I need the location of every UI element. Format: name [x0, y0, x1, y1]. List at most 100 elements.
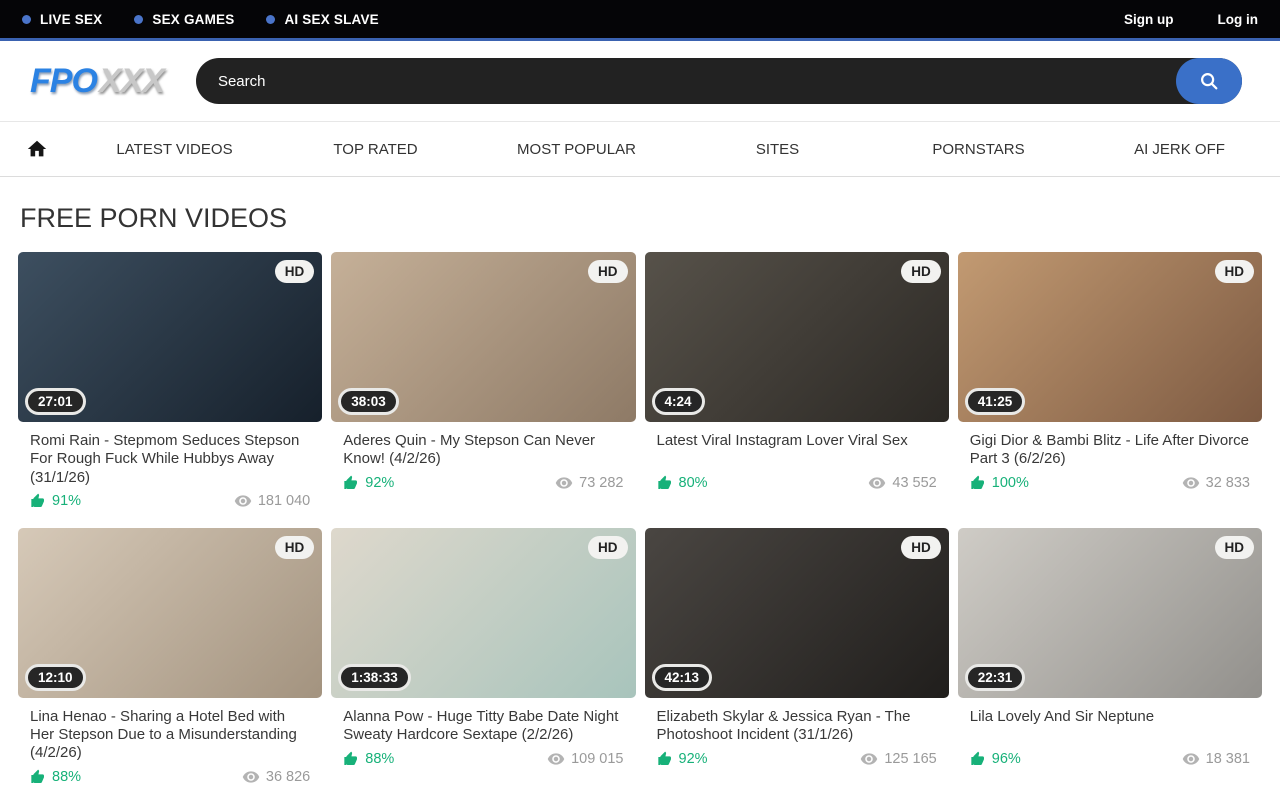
main-nav: LATEST VIDEOS TOP RATED MOST POPULAR SIT…	[0, 121, 1280, 177]
hd-badge: HD	[1215, 536, 1255, 559]
video-title[interactable]: Aderes Quin - My Stepson Can Never Know!…	[343, 432, 623, 469]
duration-badge: 38:03	[338, 388, 399, 415]
topbar-link-label: LIVE SEX	[40, 12, 102, 27]
thumbs-up-icon	[657, 751, 673, 767]
video-card[interactable]: HD 38:03 Aderes Quin - My Stepson Can Ne…	[331, 252, 635, 518]
hd-badge: HD	[901, 260, 941, 283]
video-card[interactable]: HD 22:31 Lila Lovely And Sir Neptune 96%…	[958, 528, 1262, 794]
video-title[interactable]: Elizabeth Skylar & Jessica Ryan - The Ph…	[657, 708, 937, 745]
thumbs-up-icon	[970, 475, 986, 491]
like-percent: 88%	[52, 769, 81, 785]
thumbs-up-icon	[343, 475, 359, 491]
video-title[interactable]: Lila Lovely And Sir Neptune	[970, 708, 1250, 745]
video-thumbnail[interactable]: HD 38:03	[331, 252, 635, 422]
search-bar	[196, 58, 1242, 104]
video-card[interactable]: HD 27:01 Romi Rain - Stepmom Seduces Ste…	[18, 252, 322, 518]
thumbs-up-icon	[343, 751, 359, 767]
video-thumbnail[interactable]: HD 12:10	[18, 528, 322, 698]
site-logo[interactable]: FPOXXX	[30, 62, 164, 101]
topbar-link-live-sex[interactable]: LIVE SEX	[22, 12, 102, 27]
video-thumbnail[interactable]: HD 41:25	[958, 252, 1262, 422]
hd-badge: HD	[588, 260, 628, 283]
blue-dot-icon	[134, 15, 143, 24]
like-percent: 88%	[365, 751, 394, 767]
video-card[interactable]: HD 4:24 Latest Viral Instagram Lover Vir…	[645, 252, 949, 518]
hd-badge: HD	[275, 260, 315, 283]
duration-badge: 4:24	[652, 388, 705, 415]
video-title[interactable]: Latest Viral Instagram Lover Viral Sex	[657, 432, 937, 469]
like-percent: 100%	[992, 475, 1029, 491]
video-card[interactable]: HD 42:13 Elizabeth Skylar & Jessica Ryan…	[645, 528, 949, 794]
eye-icon	[547, 750, 565, 768]
eye-icon	[242, 768, 260, 786]
view-count: 109 015	[571, 751, 623, 767]
video-thumbnail[interactable]: HD 42:13	[645, 528, 949, 698]
hd-badge: HD	[901, 536, 941, 559]
hd-badge: HD	[1215, 260, 1255, 283]
nav-item-sites[interactable]: SITES	[677, 141, 878, 158]
nav-item-top-rated[interactable]: TOP RATED	[275, 141, 476, 158]
eye-icon	[234, 492, 252, 510]
video-title[interactable]: Lina Henao - Sharing a Hotel Bed with He…	[30, 708, 310, 763]
nav-home[interactable]	[0, 138, 74, 160]
nav-item-pornstars[interactable]: PORNSTARS	[878, 141, 1079, 158]
nav-item-latest-videos[interactable]: LATEST VIDEOS	[74, 141, 275, 158]
video-thumbnail[interactable]: HD 27:01	[18, 252, 322, 422]
video-grid: HD 27:01 Romi Rain - Stepmom Seduces Ste…	[0, 252, 1280, 800]
like-percent: 91%	[52, 493, 81, 509]
view-count: 36 826	[266, 769, 310, 785]
topbar-link-ai-sex-slave[interactable]: AI SEX SLAVE	[266, 12, 378, 27]
thumbs-up-icon	[30, 769, 46, 785]
thumbs-up-icon	[30, 493, 46, 509]
hd-badge: HD	[275, 536, 315, 559]
duration-badge: 22:31	[965, 664, 1026, 691]
search-icon	[1198, 70, 1220, 92]
search-button[interactable]	[1176, 58, 1242, 104]
video-title[interactable]: Romi Rain - Stepmom Seduces Stepson For …	[30, 432, 310, 487]
login-link[interactable]: Log in	[1218, 12, 1259, 27]
view-count: 18 381	[1206, 751, 1250, 767]
video-card[interactable]: HD 12:10 Lina Henao - Sharing a Hotel Be…	[18, 528, 322, 794]
hd-badge: HD	[588, 536, 628, 559]
video-thumbnail[interactable]: HD 22:31	[958, 528, 1262, 698]
duration-badge: 41:25	[965, 388, 1026, 415]
duration-badge: 1:38:33	[338, 664, 411, 691]
logo-text-primary: FPO	[30, 62, 97, 100]
eye-icon	[1182, 474, 1200, 492]
thumbs-up-icon	[657, 475, 673, 491]
video-thumbnail[interactable]: HD 1:38:33	[331, 528, 635, 698]
eye-icon	[868, 474, 886, 492]
nav-item-most-popular[interactable]: MOST POPULAR	[476, 141, 677, 158]
like-percent: 80%	[679, 475, 708, 491]
blue-dot-icon	[22, 15, 31, 24]
video-title[interactable]: Gigi Dior & Bambi Blitz - Life After Div…	[970, 432, 1250, 469]
page-title: FREE PORN VIDEOS	[20, 203, 1280, 234]
thumbs-up-icon	[970, 751, 986, 767]
eye-icon	[555, 474, 573, 492]
view-count: 181 040	[258, 493, 310, 509]
search-input[interactable]	[196, 58, 1242, 104]
video-card[interactable]: HD 1:38:33 Alanna Pow - Huge Titty Babe …	[331, 528, 635, 794]
signup-link[interactable]: Sign up	[1124, 12, 1174, 27]
video-card[interactable]: HD 41:25 Gigi Dior & Bambi Blitz - Life …	[958, 252, 1262, 518]
view-count: 32 833	[1206, 475, 1250, 491]
duration-badge: 27:01	[25, 388, 86, 415]
eye-icon	[860, 750, 878, 768]
like-percent: 96%	[992, 751, 1021, 767]
logo-text-secondary: XXX	[99, 62, 164, 100]
view-count: 73 282	[579, 475, 623, 491]
like-percent: 92%	[365, 475, 394, 491]
video-thumbnail[interactable]: HD 4:24	[645, 252, 949, 422]
video-title[interactable]: Alanna Pow - Huge Titty Babe Date Night …	[343, 708, 623, 745]
topbar-link-label: SEX GAMES	[152, 12, 234, 27]
duration-badge: 12:10	[25, 664, 86, 691]
topbar-link-sex-games[interactable]: SEX GAMES	[134, 12, 234, 27]
topbar-link-label: AI SEX SLAVE	[284, 12, 378, 27]
header: FPOXXX	[0, 41, 1280, 121]
nav-item-ai-jerk-off[interactable]: AI JERK OFF	[1079, 141, 1280, 158]
view-count: 125 165	[884, 751, 936, 767]
topbar: LIVE SEX SEX GAMES AI SEX SLAVE Sign up …	[0, 0, 1280, 41]
like-percent: 92%	[679, 751, 708, 767]
duration-badge: 42:13	[652, 664, 713, 691]
home-icon	[26, 138, 48, 160]
